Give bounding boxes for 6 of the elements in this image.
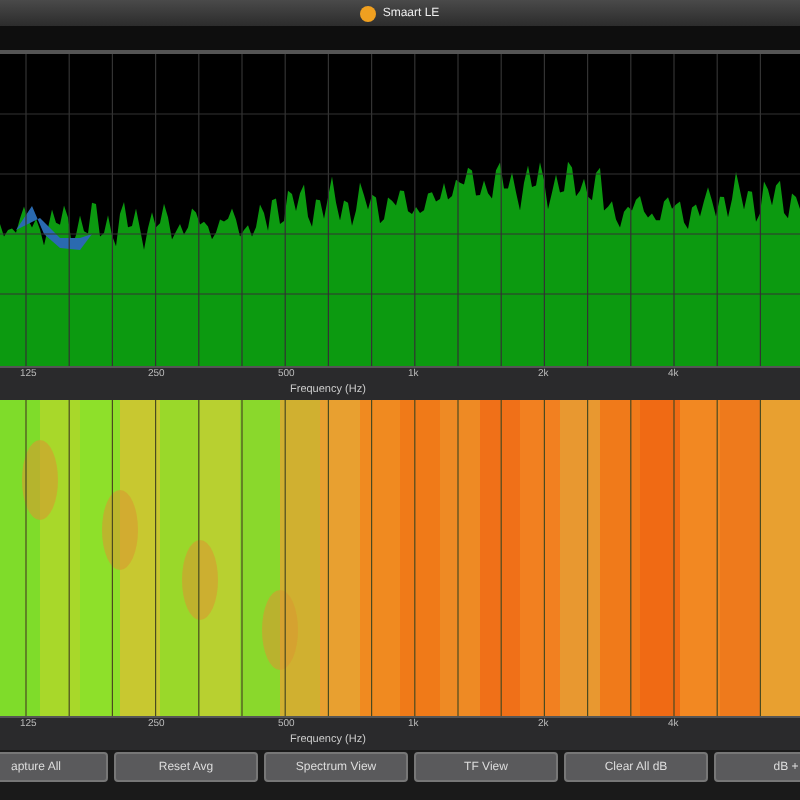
- spectrogram-patch: [102, 490, 138, 570]
- spectrogram-patch: [262, 590, 298, 670]
- spectrum-trace: [16, 206, 92, 250]
- spectrogram-patch: [182, 540, 218, 620]
- app-logo-icon: [360, 5, 377, 21]
- spectrogram-patch: [22, 440, 58, 520]
